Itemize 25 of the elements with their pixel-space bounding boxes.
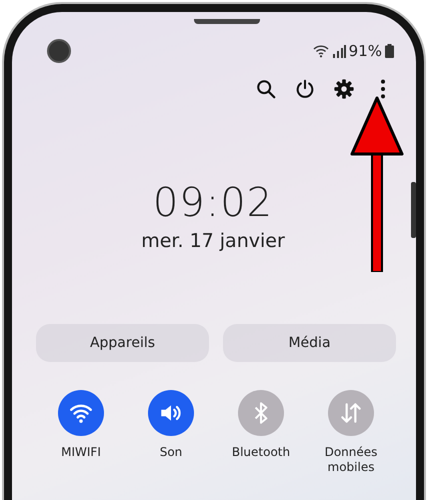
quick-toggle[interactable] bbox=[148, 390, 194, 436]
quick-toggle[interactable] bbox=[328, 390, 374, 436]
panel-button[interactable]: Appareils bbox=[36, 324, 209, 362]
settings-icon[interactable] bbox=[333, 78, 355, 100]
clock-date: mer. 17 janvier bbox=[140, 230, 286, 252]
quick-toggle[interactable] bbox=[58, 390, 104, 436]
panel-button[interactable]: Média bbox=[223, 324, 396, 362]
power-icon[interactable] bbox=[294, 78, 316, 100]
search-icon[interactable] bbox=[255, 78, 277, 100]
toggle-label: Bluetooth bbox=[230, 445, 292, 460]
battery-percentage: 91% bbox=[348, 42, 382, 60]
signal-icon bbox=[332, 44, 346, 58]
toggle-label: Données mobiles bbox=[324, 445, 378, 475]
bluetooth-icon bbox=[254, 402, 268, 424]
front-camera bbox=[47, 39, 71, 63]
clock-time: 09:02 bbox=[152, 180, 274, 226]
toggle-label: Son bbox=[158, 445, 184, 460]
data-transfer-icon bbox=[341, 403, 361, 423]
wifi-icon bbox=[312, 44, 329, 58]
speaker-icon bbox=[161, 405, 181, 421]
quick-toggle[interactable] bbox=[238, 390, 284, 436]
toggle-label: MIWIFI bbox=[60, 445, 102, 460]
wifi-icon bbox=[70, 404, 92, 423]
battery-icon bbox=[385, 44, 394, 58]
earpiece bbox=[194, 19, 260, 24]
